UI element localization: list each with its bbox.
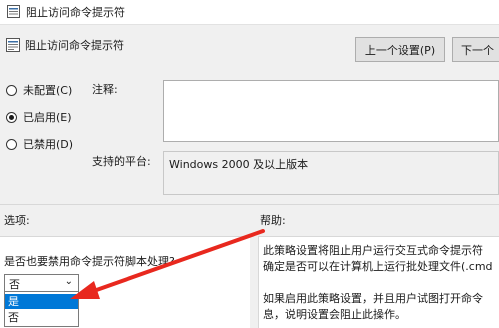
window-title: 阻止访问命令提示符 — [26, 6, 125, 19]
annotation-arrow — [70, 229, 265, 299]
help-panel: 此策略设置将阻止用户运行交互式命令提示符 确定是否可以在计算机上运行批处理文件(… — [258, 236, 499, 328]
radio-label: 已禁用(D) — [23, 138, 74, 151]
help-line: 如果启用此策略设置，并且用户试图打开命令 — [263, 292, 483, 305]
radio-not-configured[interactable]: 未配置(C) — [6, 82, 72, 98]
radio-button[interactable] — [6, 84, 17, 96]
radio-disabled[interactable]: 已禁用(D) — [6, 136, 73, 152]
radio-button[interactable] — [6, 138, 17, 150]
next-setting-button[interactable]: 下一个 — [452, 37, 499, 62]
options-heading: 选项: — [4, 214, 30, 227]
comment-input[interactable] — [163, 80, 499, 142]
platform-field: Windows 2000 及以上版本 — [163, 151, 499, 195]
dropdown-option-no[interactable]: 否 — [5, 310, 78, 325]
platform-value: Windows 2000 及以上版本 — [169, 158, 309, 171]
radio-label: 未配置(C) — [23, 84, 73, 97]
radio-enabled[interactable]: 已启用(E) — [6, 109, 72, 125]
radio-button[interactable] — [6, 111, 17, 123]
help-line: 此策略设置将阻止用户运行交互式命令提示符 — [263, 244, 483, 257]
radio-label: 已启用(E) — [23, 111, 72, 124]
title-bar: 阻止访问命令提示符 — [0, 0, 499, 25]
comment-label: 注释: — [92, 83, 118, 96]
help-line: 确定是否可以在计算机上运行批处理文件(.cmd — [263, 260, 493, 273]
policy-setting-icon — [6, 38, 20, 52]
select-value: 否 — [9, 278, 20, 291]
help-line: 息，说明设置会阻止此操作。 — [263, 308, 406, 321]
platform-label: 支持的平台: — [92, 155, 151, 168]
section-divider — [0, 204, 499, 205]
previous-setting-button[interactable]: 上一个设置(P) — [355, 37, 445, 62]
policy-name: 阻止访问命令提示符 — [25, 39, 124, 52]
policy-setting-icon — [7, 5, 20, 18]
